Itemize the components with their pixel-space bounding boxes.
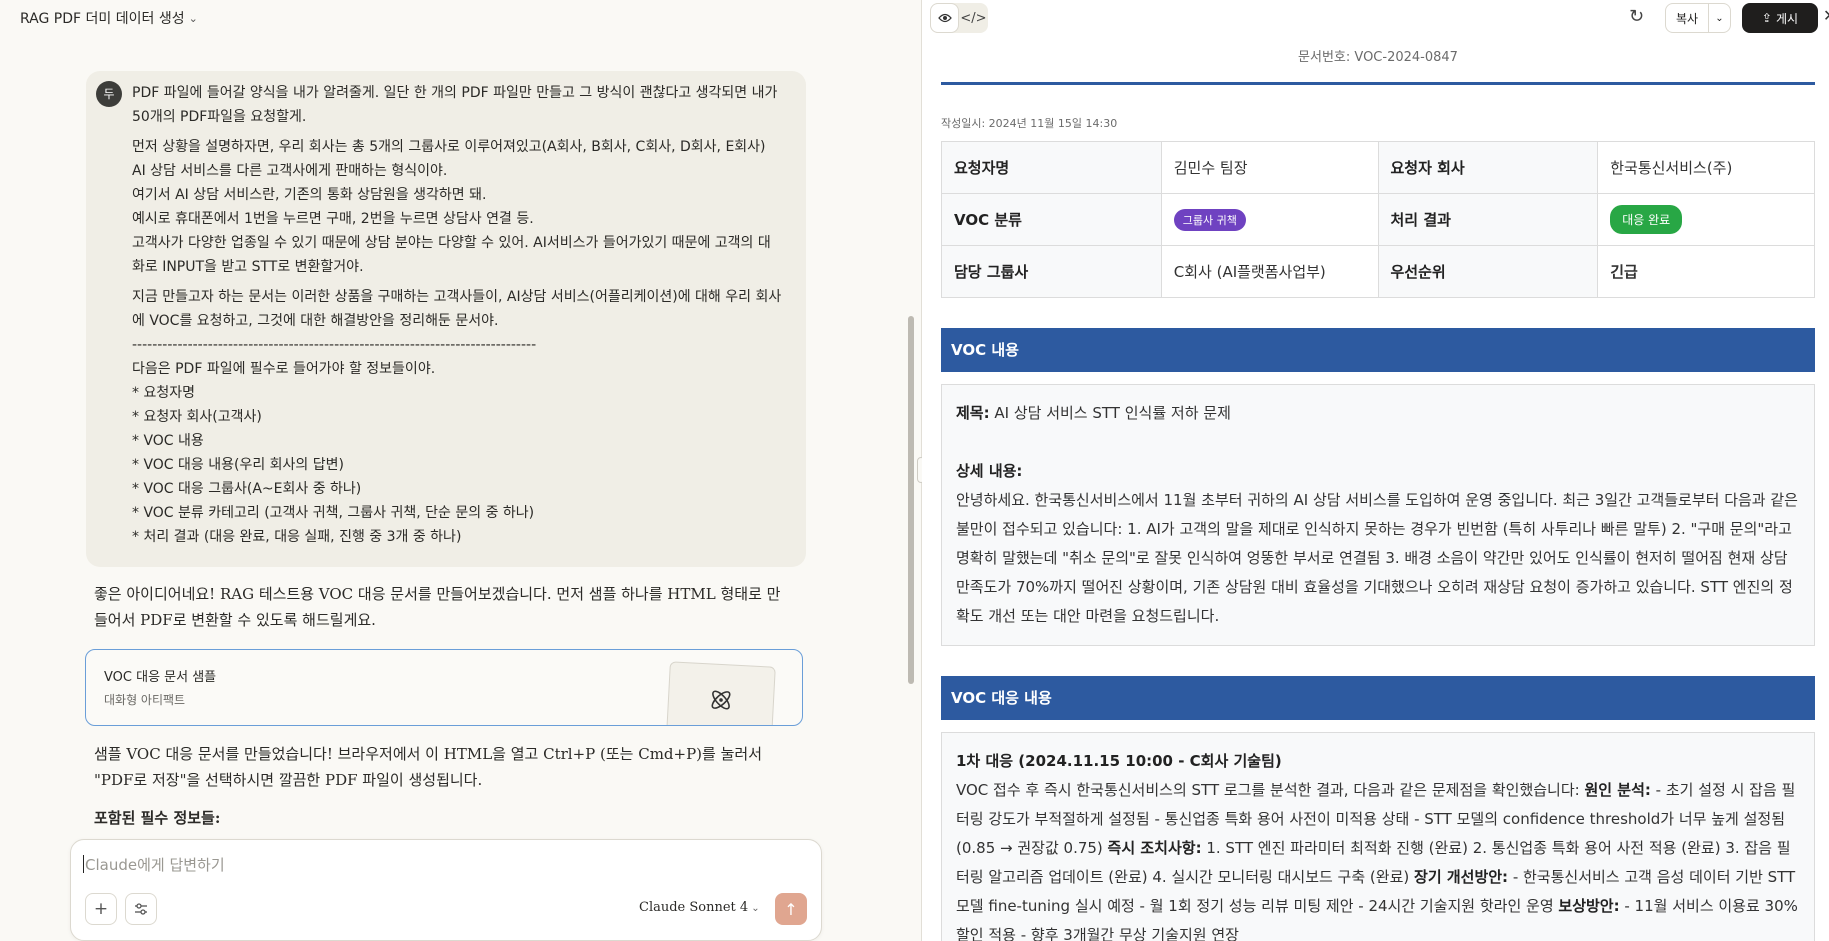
- table-row: 요청자명 김민수 팀장 요청자 회사 한국통신서비스(주): [941, 141, 1815, 194]
- table-row: VOC 분류 그룹사 귀책 처리 결과 대응 완료: [941, 193, 1815, 246]
- sliders-icon: [135, 903, 147, 915]
- voc-title-line: 제목: AI 상담 서비스 STT 인식률 저하 문제: [956, 399, 1800, 428]
- eye-icon: [937, 13, 952, 23]
- chat-title: RAG PDF 더미 데이터 생성: [20, 11, 185, 27]
- priority-label: 우선순위: [1377, 245, 1599, 298]
- info-table: 요청자명 김민수 팀장 요청자 회사 한국통신서비스(주) VOC 분류 그룹사…: [941, 141, 1815, 298]
- preview-tab[interactable]: [931, 4, 958, 32]
- artifact-card[interactable]: VOC 대응 문서 샘플 대화형 아티팩트: [85, 649, 803, 726]
- voc-detail-label: 상세 내용:: [956, 462, 1023, 480]
- publish-button[interactable]: ⇪ 게시: [1742, 3, 1818, 33]
- artifact-thumbnail: [666, 661, 776, 725]
- assistant-message: 샘플 VOC 대응 문서를 만들었습니다! 브라우저에서 이 HTML을 열고 …: [94, 745, 762, 789]
- company-label: 요청자 회사: [1377, 141, 1599, 194]
- add-attachment-button[interactable]: +: [85, 893, 117, 925]
- category-label: VOC 분류: [941, 193, 1162, 246]
- group-label: 담당 그룹사: [941, 245, 1162, 298]
- user-message-paragraph: 먼저 상황을 설명하자면, 우리 회사는 총 5개의 그룹사로 이루어져있고(A…: [132, 139, 771, 275]
- code-icon: </>: [960, 10, 987, 26]
- artifact-toolbar: </> ↻ 복사 ⌄ ⇪ 게시 ✕: [922, 0, 1829, 36]
- arrow-up-icon: ↑: [784, 899, 798, 919]
- response-text: VOC 접수 후 즉시 한국통신서비스의 STT 로그를 분석한 결과, 다음과…: [956, 781, 1798, 941]
- document-number: 문서번호: VOC-2024-0847: [1298, 50, 1458, 65]
- chat-pane: RAG PDF 더미 데이터 생성 ⌄ 두 PDF 파일에 들어갈 양식을 내가…: [0, 0, 921, 941]
- share-icon: ⇪: [1761, 11, 1772, 25]
- written-date: 작성일시: 2024년 11월 15일 14:30: [941, 117, 1118, 130]
- tools-button[interactable]: [125, 893, 157, 925]
- close-icon[interactable]: ✕: [1823, 6, 1829, 25]
- message-composer[interactable]: Claude에게 답변하기 + Claude Sonnet 4 ⌄ ↑: [70, 839, 822, 941]
- user-message-paragraph: 지금 만들고자 하는 문서는 이러한 상품을 구매하는 고객사들이, AI상담 …: [132, 289, 782, 545]
- chat-scrollbar-thumb[interactable]: [908, 316, 914, 684]
- code-tab[interactable]: </>: [960, 4, 987, 32]
- first-response-label: 1차 대응 (2024.11.15 10:00 - C회사 기술팀): [956, 752, 1282, 770]
- copy-button[interactable]: 복사: [1666, 4, 1709, 32]
- requester-label: 요청자명: [941, 141, 1162, 194]
- category-badge: 그룹사 귀책: [1173, 208, 1246, 231]
- user-message: 두 PDF 파일에 들어갈 양식을 내가 알려줄게. 일단 한 개의 PDF 파…: [86, 71, 806, 567]
- voc-document: 문서번호: VOC-2024-0847 작성일시: 2024년 11월 15일 …: [941, 36, 1815, 941]
- requester-value: 김민수 팀장: [1160, 141, 1379, 194]
- react-atom-icon: [711, 690, 731, 710]
- publish-label: 게시: [1775, 11, 1799, 26]
- voc-detail: 안녕하세요. 한국통신서비스에서 11월 초부터 귀하의 AI 상담 서비스를 …: [956, 491, 1798, 625]
- table-row: 담당 그룹사 C회사 (AI플랫폼사업부) 우선순위 긴급: [941, 245, 1815, 298]
- chevron-down-icon: ⌄: [751, 903, 760, 914]
- assistant-message: 좋은 아이디어네요! RAG 테스트용 VOC 대응 문서를 만들어보겠습니다.…: [94, 585, 781, 629]
- group-value: C회사 (AI플랫폼사업부): [1160, 245, 1379, 298]
- voc-section-header: VOC 내용: [941, 328, 1815, 372]
- status-badge: 대응 완료: [1610, 205, 1683, 234]
- artifact-pane: </> ↻ 복사 ⌄ ⇪ 게시 ✕ 문서번호: VOC-2024-0847 작성…: [922, 0, 1829, 941]
- refresh-icon[interactable]: ↻: [1629, 6, 1644, 27]
- result-cell: 대응 완료: [1597, 193, 1815, 246]
- copy-button-group: 복사 ⌄: [1665, 3, 1731, 33]
- model-selector[interactable]: Claude Sonnet 4 ⌄: [639, 900, 760, 915]
- reply-input[interactable]: Claude에게 답변하기: [83, 854, 225, 875]
- result-label: 처리 결과: [1377, 193, 1599, 246]
- priority-value: 긴급: [1597, 245, 1815, 298]
- company-value: 한국통신서비스(주): [1597, 141, 1815, 194]
- model-name: Claude Sonnet 4: [639, 900, 749, 915]
- chevron-down-icon: ⌄: [188, 11, 198, 25]
- send-button[interactable]: ↑: [775, 893, 807, 925]
- voc-title: AI 상담 서비스 STT 인식률 저하 문제: [994, 404, 1231, 422]
- app-window: RAG PDF 더미 데이터 생성 ⌄ 두 PDF 파일에 들어갈 양식을 내가…: [0, 0, 1829, 941]
- avatar: 두: [96, 81, 122, 107]
- voc-title-label: 제목:: [956, 404, 990, 422]
- view-toggle: </>: [930, 3, 988, 33]
- category-cell: 그룹사 귀책: [1160, 193, 1379, 246]
- voc-section-body: 제목: AI 상담 서비스 STT 인식률 저하 문제 상세 내용: 안녕하세요…: [941, 384, 1815, 646]
- header-rule: [941, 82, 1815, 85]
- user-message-paragraph: PDF 파일에 들어갈 양식을 내가 알려줄게. 일단 한 개의 PDF 파일만…: [132, 85, 782, 125]
- plus-icon: +: [93, 899, 109, 919]
- response-section-header: VOC 대응 내용: [941, 676, 1815, 720]
- copy-options-chevron-icon[interactable]: ⌄: [1709, 4, 1730, 32]
- response-section-body: 1차 대응 (2024.11.15 10:00 - C회사 기술팀) VOC 접…: [941, 732, 1815, 941]
- chat-title-dropdown[interactable]: RAG PDF 더미 데이터 생성 ⌄: [20, 8, 198, 28]
- assistant-subheading: 포함된 필수 정보들:: [94, 809, 221, 827]
